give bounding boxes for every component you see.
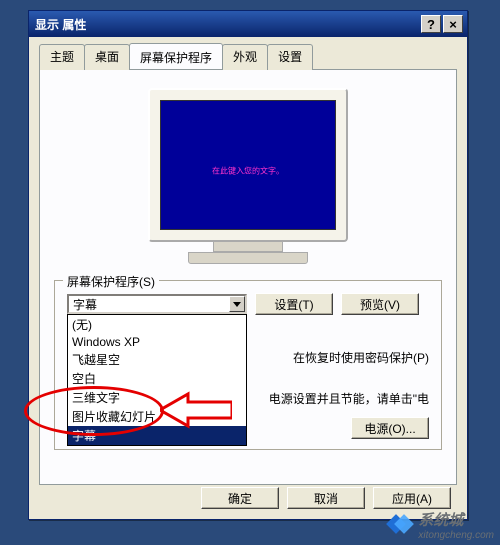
screensaver-combobox[interactable]: 字幕 (无) Windows XP 飞越星空 空白 三维文字 图片收藏幻灯片 — [67, 294, 247, 314]
dd-item-windowsxp[interactable]: Windows XP — [68, 334, 246, 350]
cancel-button[interactable]: 取消 — [287, 487, 365, 509]
screensaver-group-label: 屏幕保护程序(S) — [63, 273, 159, 290]
dd-item-3dtext[interactable]: 三维文字 — [68, 388, 246, 407]
screensaver-settings-button[interactable]: 设置(T) — [255, 293, 333, 315]
dialog-button-row: 确定 取消 应用(A) — [201, 487, 451, 509]
dd-item-marquee[interactable]: 字幕 — [68, 426, 246, 445]
dd-item-slideshow[interactable]: 图片收藏幻灯片 — [68, 407, 246, 426]
monitor-preview: 在此键入您的文字。 — [148, 88, 348, 264]
screensaver-selected: 字幕 — [69, 296, 229, 313]
tab-appearance[interactable]: 外观 — [222, 44, 268, 70]
help-button[interactable]: ? — [421, 15, 441, 33]
preview-screen: 在此键入您的文字。 — [160, 100, 336, 230]
watermark: 系统城 xitongcheng.com — [386, 509, 494, 541]
tab-settings[interactable]: 设置 — [267, 44, 313, 70]
watermark-url: xitongcheng.com — [418, 530, 494, 541]
ok-button[interactable]: 确定 — [201, 487, 279, 509]
dd-item-blank[interactable]: 空白 — [68, 369, 246, 388]
tab-screensaver[interactable]: 屏幕保护程序 — [129, 43, 223, 69]
watermark-text: 系统城 — [418, 509, 494, 530]
close-button[interactable]: × — [443, 15, 463, 33]
power-button[interactable]: 电源(O)... — [351, 417, 429, 439]
apply-button[interactable]: 应用(A) — [373, 487, 451, 509]
tab-panel: 在此键入您的文字。 屏幕保护程序(S) 字幕 — [39, 69, 457, 485]
tab-strip: 主题 桌面 屏幕保护程序 外观 设置 — [39, 43, 457, 69]
screensaver-dropdown-list[interactable]: (无) Windows XP 飞越星空 空白 三维文字 图片收藏幻灯片 字幕 — [67, 314, 247, 446]
tab-desktop[interactable]: 桌面 — [84, 44, 130, 70]
dd-item-starfield[interactable]: 飞越星空 — [68, 350, 246, 369]
marquee-preview-text: 在此键入您的文字。 — [212, 166, 284, 177]
dd-item-none[interactable]: (无) — [68, 315, 246, 334]
screensaver-groupbox: 屏幕保护程序(S) 字幕 (无) Windows XP 飞越星空 — [54, 280, 442, 450]
window-title: 显示 属性 — [35, 16, 86, 33]
screensaver-preview-button[interactable]: 预览(V) — [341, 293, 419, 315]
dropdown-button[interactable] — [229, 296, 245, 312]
titlebar[interactable]: 显示 属性 ? × — [29, 11, 467, 37]
display-properties-dialog: 显示 属性 ? × 主题 桌面 屏幕保护程序 外观 设置 在此键入您的文字。 — [28, 10, 468, 520]
tab-theme[interactable]: 主题 — [39, 44, 85, 70]
chevron-down-icon — [233, 300, 241, 308]
watermark-logo-icon — [386, 511, 414, 539]
